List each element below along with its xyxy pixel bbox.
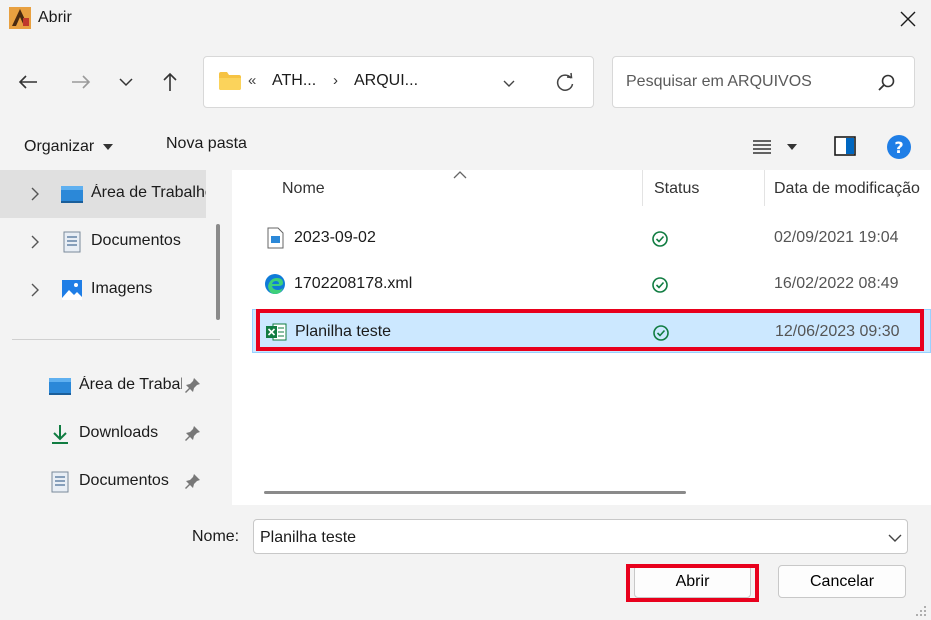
caret-down-icon xyxy=(103,144,114,150)
file-name: 2023-09-02 xyxy=(294,229,376,246)
search-icon[interactable] xyxy=(875,72,897,94)
file-name-label: Nome: xyxy=(192,528,240,545)
column-divider[interactable] xyxy=(642,170,643,206)
desktop-icon xyxy=(60,183,84,205)
cancel-button[interactable]: Cancelar xyxy=(778,565,906,598)
pin-icon[interactable] xyxy=(184,424,202,442)
resize-grip-icon[interactable] xyxy=(910,600,928,618)
sidebar-item-label: Área de Trabalho xyxy=(91,184,206,201)
search-input[interactable] xyxy=(626,71,856,93)
horizontal-scrollbar-thumb[interactable] xyxy=(264,491,686,494)
chevron-right-icon[interactable] xyxy=(30,235,40,249)
up-button[interactable] xyxy=(153,65,187,99)
highlight-box-open-button xyxy=(626,564,759,602)
address-dropdown-button[interactable] xyxy=(499,73,519,93)
file-name-dropdown-button[interactable] xyxy=(886,529,904,547)
address-segment[interactable]: ATH... xyxy=(272,72,316,90)
svg-text:?: ? xyxy=(894,138,903,157)
sidebar-quick-documents[interactable]: Documentos xyxy=(0,458,206,505)
chevron-down-icon xyxy=(503,80,515,87)
document-icon xyxy=(60,231,84,253)
navigation-pane[interactable]: Área de Trabalho Documentos Imagens Área… xyxy=(0,170,232,505)
sidebar-item-label: Documentos xyxy=(91,232,181,249)
address-bar[interactable]: « ATH... › ARQUI... xyxy=(203,56,594,108)
refresh-button[interactable] xyxy=(554,72,576,94)
refresh-icon xyxy=(556,72,574,91)
document-icon xyxy=(48,471,72,493)
forward-button[interactable] xyxy=(64,65,98,99)
column-header-name[interactable]: Nome xyxy=(282,180,325,198)
list-view-icon xyxy=(753,140,771,154)
help-button[interactable]: ? xyxy=(886,134,912,160)
address-separator[interactable]: › xyxy=(333,72,338,89)
view-options-button[interactable] xyxy=(752,134,804,160)
caret-down-icon xyxy=(787,144,797,150)
sidebar-item-images[interactable]: Imagens xyxy=(0,266,206,314)
search-box[interactable] xyxy=(612,56,915,108)
arrow-left-icon xyxy=(18,75,37,89)
desktop-icon xyxy=(48,375,72,397)
pin-icon[interactable] xyxy=(184,376,202,394)
sidebar-divider xyxy=(12,339,220,340)
arrow-up-icon xyxy=(163,72,177,91)
edge-icon xyxy=(264,273,286,295)
sidebar-item-documents[interactable]: Documentos xyxy=(0,218,206,266)
sidebar-item-label: Downloads xyxy=(79,424,159,441)
app-logo-icon xyxy=(8,6,32,30)
title-bar xyxy=(0,0,931,38)
table-row[interactable]: 1702208178.xml 16/02/2022 08:49 xyxy=(252,262,931,306)
close-button[interactable] xyxy=(888,2,928,36)
chevron-right-icon[interactable] xyxy=(30,283,40,297)
chevron-down-icon xyxy=(119,78,133,87)
sidebar-item-label: Área de Trabalho xyxy=(79,376,182,393)
help-icon: ? xyxy=(887,135,911,159)
file-name-input[interactable] xyxy=(260,527,860,549)
column-header-modified[interactable]: Data de modificação xyxy=(774,180,920,198)
file-name: 1702208178.xml xyxy=(294,275,413,292)
sort-ascending-icon xyxy=(453,171,467,179)
doc-file-icon xyxy=(264,227,286,249)
file-name-combobox[interactable] xyxy=(253,519,908,554)
file-modified: 02/09/2021 19:04 xyxy=(774,229,899,246)
synced-check-icon xyxy=(650,275,670,295)
image-icon xyxy=(60,279,84,301)
sidebar-item-label: Documentos xyxy=(79,472,169,489)
column-divider[interactable] xyxy=(764,170,765,206)
new-folder-button[interactable]: Nova pasta xyxy=(166,135,247,153)
sidebar-item-label: Imagens xyxy=(91,280,153,297)
sidebar-quick-downloads[interactable]: Downloads xyxy=(0,410,206,458)
folder-icon xyxy=(218,71,242,91)
window-title: Abrir xyxy=(38,9,72,26)
arrow-right-icon xyxy=(72,75,91,89)
table-row[interactable]: 2023-09-02 02/09/2021 19:04 xyxy=(252,216,931,260)
chevron-right-icon[interactable] xyxy=(30,187,40,201)
column-header-status[interactable]: Status xyxy=(654,180,699,198)
address-overflow-chevron[interactable]: « xyxy=(248,72,256,89)
preview-pane-button[interactable] xyxy=(833,135,857,157)
chevron-down-icon xyxy=(888,534,902,542)
pin-icon[interactable] xyxy=(184,472,202,490)
recent-locations-button[interactable] xyxy=(109,65,143,99)
highlight-box-selected-file xyxy=(256,309,924,351)
address-segment[interactable]: ARQUI... xyxy=(354,72,418,90)
synced-check-icon xyxy=(650,229,670,249)
organize-button[interactable]: Organizar xyxy=(24,135,114,159)
sidebar-item-desktop[interactable]: Área de Trabalho xyxy=(0,170,206,218)
organize-label: Organizar xyxy=(24,138,95,155)
download-icon xyxy=(48,423,72,445)
preview-pane-icon xyxy=(834,136,856,156)
back-button[interactable] xyxy=(11,65,45,99)
file-modified: 16/02/2022 08:49 xyxy=(774,275,899,292)
close-icon xyxy=(900,11,916,27)
sidebar-quick-desktop[interactable]: Área de Trabalho xyxy=(0,362,206,410)
sidebar-scrollbar-thumb[interactable] xyxy=(216,224,220,320)
